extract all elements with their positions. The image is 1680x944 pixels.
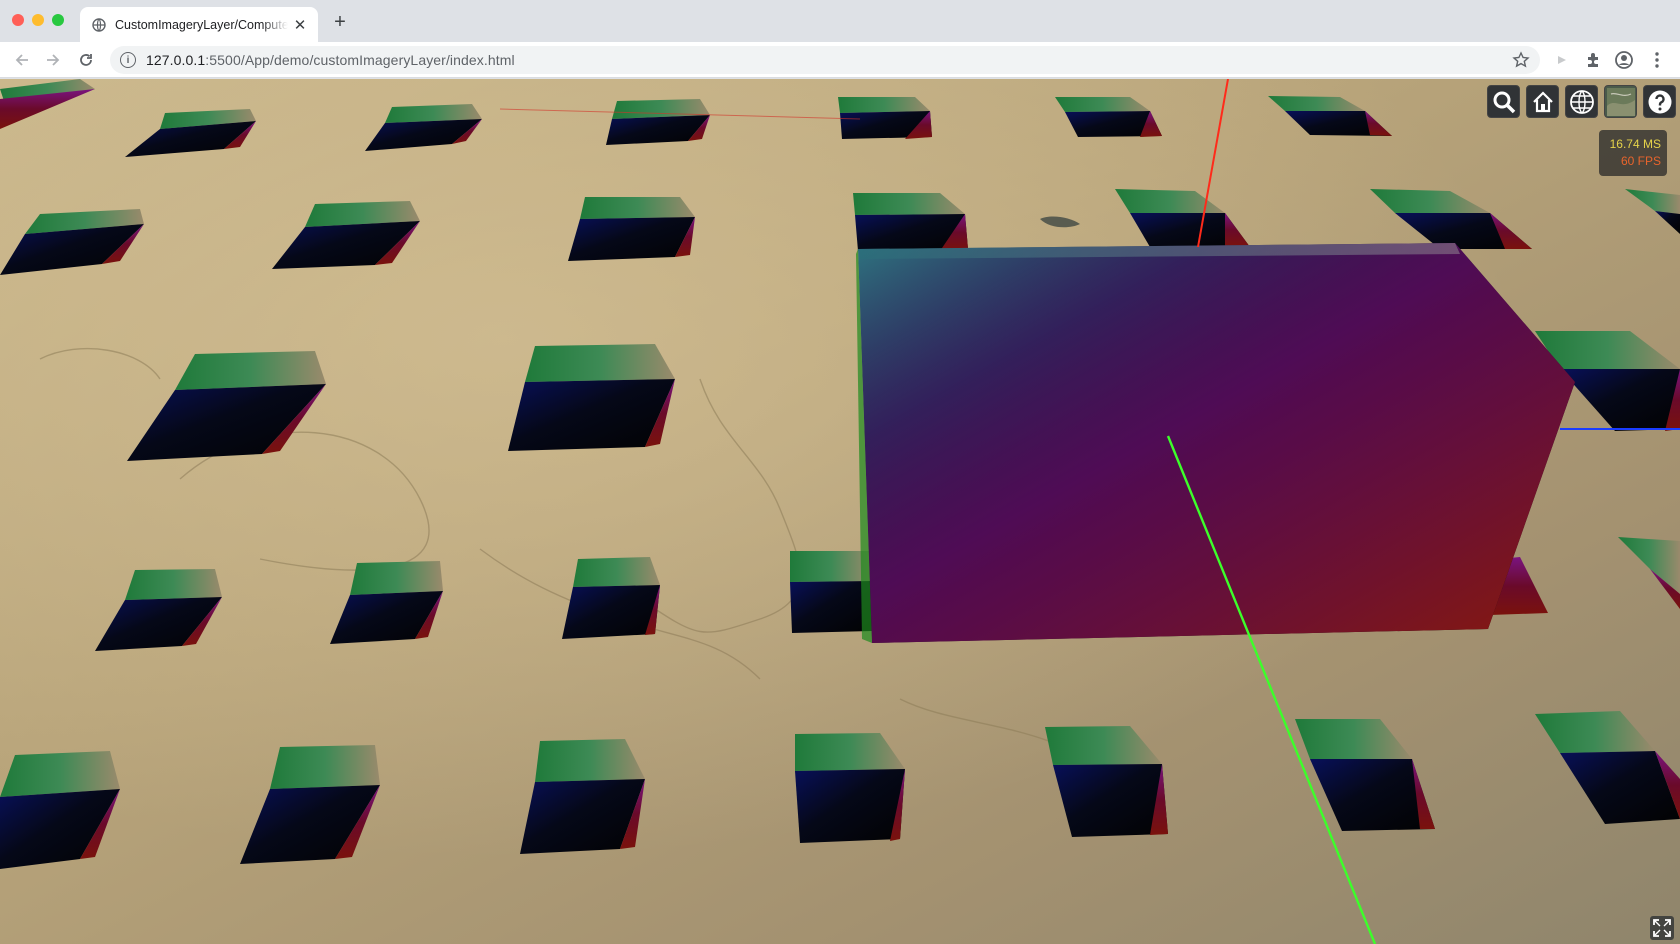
cesium-toolbar (1487, 85, 1676, 118)
reload-icon[interactable] (74, 48, 98, 72)
help-icon[interactable] (1643, 85, 1676, 118)
maximize-window-button[interactable] (52, 14, 64, 26)
address-bar[interactable]: i 127.0.0.1:5500/App/demo/customImageryL… (110, 46, 1540, 74)
cube (508, 344, 675, 451)
menu-icon[interactable] (1648, 51, 1666, 69)
imagery-layer-icon[interactable] (1604, 85, 1637, 118)
browser-toolbar: i 127.0.0.1:5500/App/demo/customImageryL… (0, 42, 1680, 78)
tab-title: CustomImageryLayer/ComputeShader (115, 17, 288, 32)
frame-fps: 60 FPS (1620, 154, 1661, 168)
search-icon[interactable] (1487, 85, 1520, 118)
cube (520, 739, 645, 854)
close-icon[interactable]: ✕ (292, 17, 308, 34)
back-icon[interactable] (10, 48, 34, 72)
info-icon[interactable]: i (120, 52, 136, 68)
forward-icon[interactable] (41, 48, 65, 72)
minimize-window-button[interactable] (32, 14, 44, 26)
cube (606, 99, 710, 145)
cube (562, 557, 660, 639)
plus-icon[interactable]: + (330, 11, 350, 33)
3d-scene-canvas[interactable] (0, 79, 1680, 944)
fullscreen-icon[interactable] (1650, 916, 1674, 940)
browser-tab-strip: CustomImageryLayer/ComputeShader ✕ + (0, 0, 1680, 42)
home-icon[interactable] (1526, 85, 1559, 118)
cube (795, 733, 905, 843)
globe-icon (92, 17, 106, 32)
close-window-button[interactable] (12, 14, 24, 26)
profile-icon[interactable] (1615, 51, 1633, 69)
globe-icon[interactable] (1565, 85, 1598, 118)
cube (838, 97, 932, 139)
extensions-icon[interactable] (1584, 51, 1602, 69)
cesium-viewer[interactable]: 16.74 MS 60 FPS (0, 79, 1680, 944)
media-icon[interactable] (1553, 51, 1571, 69)
large-cube (856, 243, 1575, 643)
performance-display: 16.74 MS 60 FPS (1599, 130, 1667, 176)
cube (790, 551, 872, 633)
bookmark-star-icon[interactable] (1512, 51, 1530, 74)
browser-tab[interactable]: CustomImageryLayer/ComputeShader ✕ (80, 7, 318, 42)
url-text: 127.0.0.1:5500/App/demo/customImageryLay… (146, 52, 515, 68)
frame-ms: 16.74 MS (1609, 137, 1661, 151)
cube (568, 197, 695, 261)
url-host: 127.0.0.1 (146, 52, 206, 68)
url-path: :5500/App/demo/customImageryLayer/index.… (205, 52, 515, 68)
